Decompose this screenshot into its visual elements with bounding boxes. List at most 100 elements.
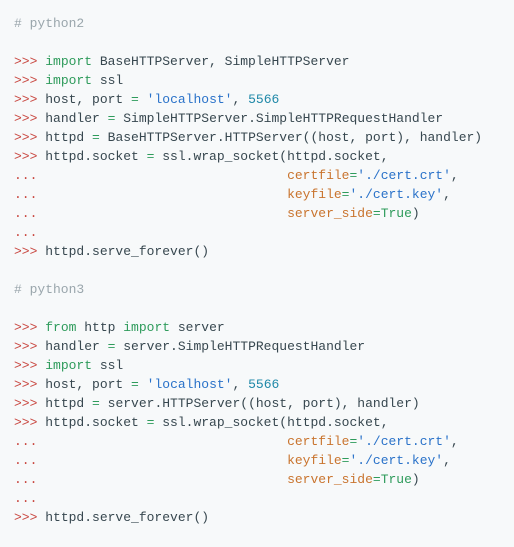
code-line: ... server_side=True): [14, 204, 506, 223]
code-token: handler: [45, 339, 107, 354]
code-token: ...: [14, 168, 45, 183]
code-token: from: [45, 320, 76, 335]
code-token: [45, 206, 287, 221]
code-token: >>>: [14, 377, 45, 392]
code-token: ssl.wrap_socket(httpd.socket,: [154, 149, 388, 164]
code-token: keyfile: [287, 453, 342, 468]
code-token: ...: [14, 453, 45, 468]
code-token: >>>: [14, 396, 45, 411]
code-token: import: [45, 73, 92, 88]
code-line: >>> from http import server: [14, 318, 506, 337]
code-token: ...: [14, 225, 37, 240]
code-token: [139, 377, 147, 392]
code-token: import: [123, 320, 170, 335]
code-token: ssl: [92, 73, 123, 88]
code-token: True: [381, 472, 412, 487]
code-line: ... keyfile='./cert.key',: [14, 185, 506, 204]
code-token: ssl.wrap_socket(httpd.socket,: [154, 415, 388, 430]
code-token: server_side: [287, 206, 373, 221]
code-line: ...: [14, 223, 506, 242]
code-line: >>> host, port = 'localhost', 5566: [14, 90, 506, 109]
code-line: >>> httpd.serve_forever(): [14, 242, 506, 261]
code-token: './cert.key': [349, 187, 443, 202]
code-token: certfile: [287, 168, 349, 183]
blank-line: [14, 299, 506, 318]
code-token: ...: [14, 206, 45, 221]
code-token: >>>: [14, 73, 45, 88]
code-line: >>> host, port = 'localhost', 5566: [14, 375, 506, 394]
code-token: =: [131, 92, 139, 107]
code-token: certfile: [287, 434, 349, 449]
code-token: ,: [233, 92, 249, 107]
code-token: ...: [14, 434, 45, 449]
code-line: # python2: [14, 14, 506, 33]
code-token: ,: [443, 453, 451, 468]
code-token: BaseHTTPServer, SimpleHTTPServer: [92, 54, 349, 69]
code-token: http: [76, 320, 123, 335]
code-token: >>>: [14, 358, 45, 373]
code-token: httpd.socket: [45, 415, 146, 430]
code-token: =: [92, 130, 100, 145]
code-token: >>>: [14, 54, 45, 69]
code-token: server_side: [287, 472, 373, 487]
code-token: ,: [443, 187, 451, 202]
code-token: =: [373, 472, 381, 487]
code-line: # python3: [14, 280, 506, 299]
code-token: import: [45, 54, 92, 69]
code-block: # python2 >>> import BaseHTTPServer, Simp…: [0, 0, 514, 547]
code-line: >>> import ssl: [14, 71, 506, 90]
blank-line: [14, 261, 506, 280]
code-token: >>>: [14, 415, 45, 430]
code-token: >>>: [14, 130, 45, 145]
code-token: =: [131, 377, 139, 392]
code-token: httpd.socket: [45, 149, 146, 164]
code-token: ,: [451, 168, 459, 183]
code-token: [45, 453, 287, 468]
code-token: >>>: [14, 510, 45, 525]
code-token: [45, 168, 287, 183]
code-token: ): [412, 206, 420, 221]
code-token: httpd: [45, 130, 92, 145]
code-token: server.SimpleHTTPRequestHandler: [115, 339, 365, 354]
code-token: 'localhost': [147, 92, 233, 107]
code-token: 'localhost': [147, 377, 233, 392]
code-token: =: [373, 206, 381, 221]
code-token: './cert.crt': [357, 434, 451, 449]
code-token: # python3: [14, 282, 84, 297]
code-token: host, port: [45, 92, 131, 107]
code-line: >>> httpd.serve_forever(): [14, 508, 506, 527]
code-line: >>> import BaseHTTPServer, SimpleHTTPSer…: [14, 52, 506, 71]
blank-line: [14, 33, 506, 52]
code-line: >>> handler = SimpleHTTPServer.SimpleHTT…: [14, 109, 506, 128]
code-token: 5566: [248, 92, 279, 107]
code-line: >>> handler = server.SimpleHTTPRequestHa…: [14, 337, 506, 356]
code-token: =: [92, 396, 100, 411]
code-token: >>>: [14, 339, 45, 354]
code-line: >>> import ssl: [14, 356, 506, 375]
code-token: ,: [451, 434, 459, 449]
code-line: ... keyfile='./cert.key',: [14, 451, 506, 470]
code-token: httpd: [45, 396, 92, 411]
code-token: >>>: [14, 92, 45, 107]
code-token: [45, 434, 287, 449]
code-token: keyfile: [287, 187, 342, 202]
code-token: # python2: [14, 16, 84, 31]
code-line: ...: [14, 489, 506, 508]
code-line: >>> httpd = BaseHTTPServer.HTTPServer((h…: [14, 128, 506, 147]
code-line: ... certfile='./cert.crt',: [14, 166, 506, 185]
code-line: >>> httpd = server.HTTPServer((host, por…: [14, 394, 506, 413]
code-token: import: [45, 358, 92, 373]
code-token: './cert.key': [349, 453, 443, 468]
code-token: host, port: [45, 377, 131, 392]
code-token: ,: [233, 377, 249, 392]
code-token: handler: [45, 111, 107, 126]
code-token: httpd.serve_forever(): [45, 510, 209, 525]
code-token: [45, 472, 287, 487]
code-token: >>>: [14, 149, 45, 164]
code-token: [139, 92, 147, 107]
code-token: 5566: [248, 377, 279, 392]
code-token: >>>: [14, 111, 45, 126]
code-line: >>> httpd.socket = ssl.wrap_socket(httpd…: [14, 147, 506, 166]
code-token: ): [412, 472, 420, 487]
code-line: ... server_side=True): [14, 470, 506, 489]
